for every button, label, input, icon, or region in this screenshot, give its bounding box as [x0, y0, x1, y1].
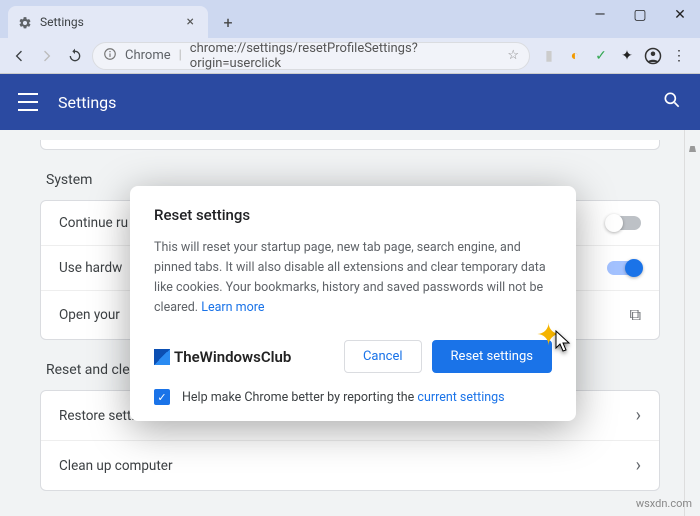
new-tab-button[interactable]: + — [214, 8, 242, 36]
url-text: chrome://settings/resetProfileSettings?o… — [190, 41, 500, 71]
toggle-on[interactable] — [607, 261, 641, 275]
cancel-button[interactable]: Cancel — [344, 340, 422, 373]
gear-icon — [18, 15, 32, 29]
external-link-icon: ⧉ — [630, 305, 641, 325]
menu-hamburger-icon[interactable] — [18, 93, 38, 111]
learn-more-link[interactable]: Learn more — [201, 300, 264, 315]
current-settings-link[interactable]: current settings — [417, 390, 504, 405]
footer-watermark: wsxdn.com — [636, 497, 692, 510]
extension-icon[interactable]: ◐ — [566, 47, 584, 65]
url-protocol: Chrome — [125, 48, 171, 63]
forward-button[interactable] — [36, 45, 58, 67]
dialog-title: Reset settings — [154, 206, 552, 224]
twc-logo-icon — [154, 349, 170, 365]
close-window-button[interactable]: ✕ — [660, 0, 700, 30]
help-text: Help make Chrome better by reporting the… — [182, 390, 505, 405]
browser-toolbar: Chrome | chrome://settings/resetProfileS… — [0, 38, 700, 74]
bookmark-star-icon[interactable]: ☆ — [507, 48, 519, 63]
site-info-icon[interactable] — [103, 47, 117, 65]
chevron-right-icon: › — [636, 405, 641, 426]
page-title: Settings — [58, 93, 116, 112]
window-titlebar: Settings × + — ▢ ✕ — [0, 0, 700, 38]
previous-section-stub — [40, 140, 660, 150]
profile-avatar-icon[interactable] — [644, 47, 662, 65]
search-icon[interactable] — [662, 90, 682, 115]
menu-dots-icon[interactable]: ⋮ — [670, 47, 688, 65]
back-button[interactable] — [8, 45, 30, 67]
chevron-right-icon: › — [636, 455, 641, 476]
extension-icons: ▮ ◐ ✓ ✦ ⋮ — [536, 47, 692, 65]
browser-tab[interactable]: Settings × — [8, 6, 208, 38]
dialog-body: This will reset your startup page, new t… — [154, 238, 552, 318]
settings-appbar: Settings — [0, 74, 700, 130]
scrollbar[interactable] — [684, 130, 700, 516]
help-improve-row: ✓ Help make Chrome better by reporting t… — [154, 389, 552, 405]
toggle-off[interactable] — [607, 216, 641, 230]
help-checkbox[interactable]: ✓ — [154, 389, 170, 405]
extensions-puzzle-icon[interactable]: ✦ — [618, 47, 636, 65]
maximize-button[interactable]: ▢ — [620, 0, 660, 30]
dialog-button-row: TheWindowsClub Cancel Reset settings — [154, 340, 552, 373]
tab-close-icon[interactable]: × — [183, 14, 198, 30]
address-bar[interactable]: Chrome | chrome://settings/resetProfileS… — [92, 42, 530, 70]
reset-settings-button[interactable]: Reset settings — [432, 340, 552, 373]
tab-title: Settings — [40, 15, 175, 29]
reset-settings-dialog: Reset settings This will reset your star… — [130, 186, 576, 421]
row-cleanup-computer[interactable]: Clean up computer › — [41, 441, 659, 490]
minimize-button[interactable]: — — [580, 0, 620, 30]
watermark-logo: TheWindowsClub — [154, 348, 291, 366]
extension-icon[interactable]: ✓ — [592, 47, 610, 65]
reload-button[interactable] — [64, 45, 86, 67]
extension-icon[interactable]: ▮ — [540, 47, 558, 65]
window-controls: — ▢ ✕ — [580, 0, 700, 30]
